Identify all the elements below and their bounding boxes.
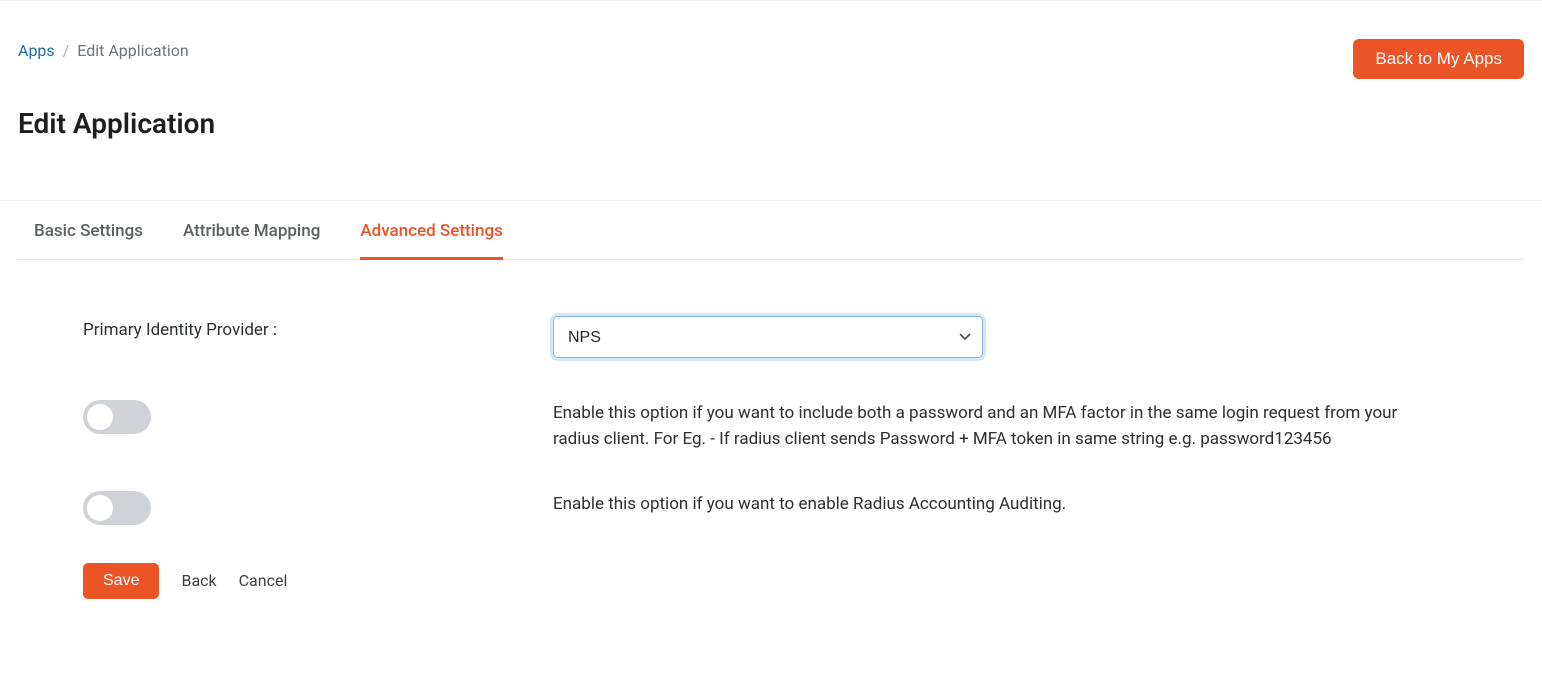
primary-idp-label: Primary Identity Provider :	[83, 316, 553, 340]
cancel-button[interactable]: Cancel	[239, 571, 288, 590]
back-to-apps-button[interactable]: Back to My Apps	[1353, 39, 1524, 79]
breadcrumb-link-apps[interactable]: Apps	[18, 41, 55, 60]
primary-idp-select[interactable]: NPS	[553, 316, 983, 358]
breadcrumb: Apps / Edit Application	[18, 39, 189, 60]
breadcrumb-current: Edit Application	[77, 41, 188, 60]
toggle-knob	[87, 404, 113, 430]
save-button[interactable]: Save	[83, 563, 159, 599]
breadcrumb-separator: /	[63, 41, 70, 60]
tab-advanced-settings[interactable]: Advanced Settings	[360, 201, 502, 260]
radius-accounting-toggle-description: Enable this option if you want to enable…	[553, 491, 1423, 517]
mfa-password-toggle-description: Enable this option if you want to includ…	[553, 400, 1423, 453]
tab-attribute-mapping[interactable]: Attribute Mapping	[183, 201, 320, 260]
tab-basic-settings[interactable]: Basic Settings	[34, 201, 143, 260]
toggle-knob	[87, 495, 113, 521]
back-button[interactable]: Back	[181, 571, 216, 590]
tabs: Basic Settings Attribute Mapping Advance…	[18, 201, 1524, 260]
page-title: Edit Application	[18, 107, 1524, 140]
mfa-password-toggle[interactable]	[83, 400, 151, 434]
radius-accounting-toggle[interactable]	[83, 491, 151, 525]
